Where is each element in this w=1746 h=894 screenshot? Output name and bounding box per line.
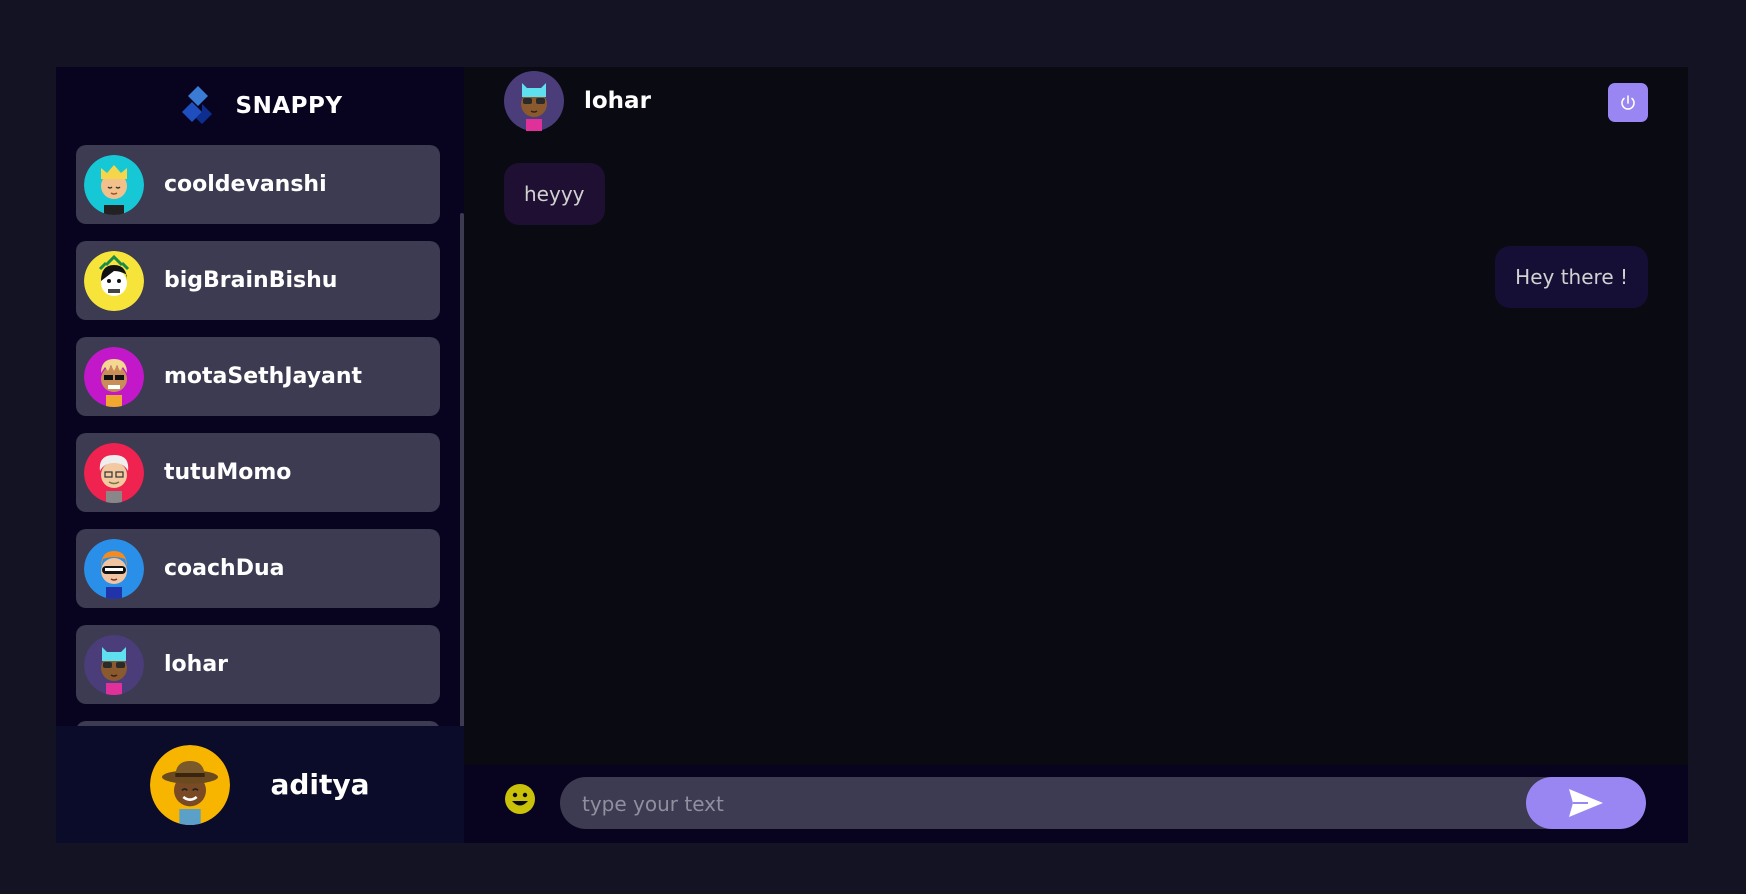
paper-plane-icon bbox=[1569, 789, 1603, 817]
contact-list: cooldevanshi bigBrainBishu motaSethJayan… bbox=[56, 145, 464, 793]
message-input[interactable] bbox=[580, 777, 1504, 829]
contact-name: coachDua bbox=[164, 556, 285, 581]
smiley-icon[interactable] bbox=[504, 783, 536, 815]
contact-item-lohar[interactable]: lohar bbox=[76, 625, 440, 704]
contacts-sidebar: SNAPPY cooldevanshi bigBrainBishu motaSe… bbox=[56, 67, 464, 843]
contact-item-coachdua[interactable]: coachDua bbox=[76, 529, 440, 608]
contact-name: motaSethJayant bbox=[164, 364, 363, 389]
chat-header: lohar bbox=[504, 71, 651, 131]
contact-name: cooldevanshi bbox=[164, 172, 327, 197]
avatar bbox=[84, 634, 144, 695]
contact-item-bigbrainbishu[interactable]: bigBrainBishu bbox=[76, 241, 440, 320]
contact-item-tutumomo[interactable]: tutuMomo bbox=[76, 433, 440, 512]
chat-panel: lohar heyyy Hey there ! bbox=[464, 67, 1688, 843]
current-user-name: aditya bbox=[270, 768, 370, 801]
avatar bbox=[504, 71, 564, 131]
message-input-wrapper bbox=[560, 777, 1646, 829]
message-input-bar bbox=[464, 765, 1688, 843]
message-received: heyyy bbox=[504, 163, 605, 225]
contact-name: lohar bbox=[164, 652, 229, 677]
avatar bbox=[84, 538, 144, 599]
brand-name: SNAPPY bbox=[235, 93, 343, 119]
power-icon bbox=[1621, 94, 1635, 110]
message-sent: Hey there ! bbox=[1495, 246, 1648, 308]
contact-name: bigBrainBishu bbox=[164, 268, 338, 293]
chat-contact-name: lohar bbox=[584, 88, 651, 114]
avatar bbox=[84, 154, 144, 215]
contact-item-motasethjayant[interactable]: motaSethJayant bbox=[76, 337, 440, 416]
avatar bbox=[150, 744, 231, 825]
contact-item-cooldevanshi[interactable]: cooldevanshi bbox=[76, 145, 440, 224]
chat-app-container: SNAPPY cooldevanshi bigBrainBishu motaSe… bbox=[56, 67, 1688, 843]
current-user-panel: aditya bbox=[56, 726, 464, 843]
snappy-logo-icon bbox=[181, 86, 212, 124]
avatar bbox=[84, 250, 144, 311]
avatar bbox=[84, 442, 144, 503]
send-button[interactable] bbox=[1526, 777, 1646, 829]
brand: SNAPPY bbox=[56, 67, 464, 145]
contact-name: tutuMomo bbox=[164, 460, 292, 485]
avatar bbox=[84, 346, 144, 407]
logout-button[interactable] bbox=[1608, 83, 1648, 122]
